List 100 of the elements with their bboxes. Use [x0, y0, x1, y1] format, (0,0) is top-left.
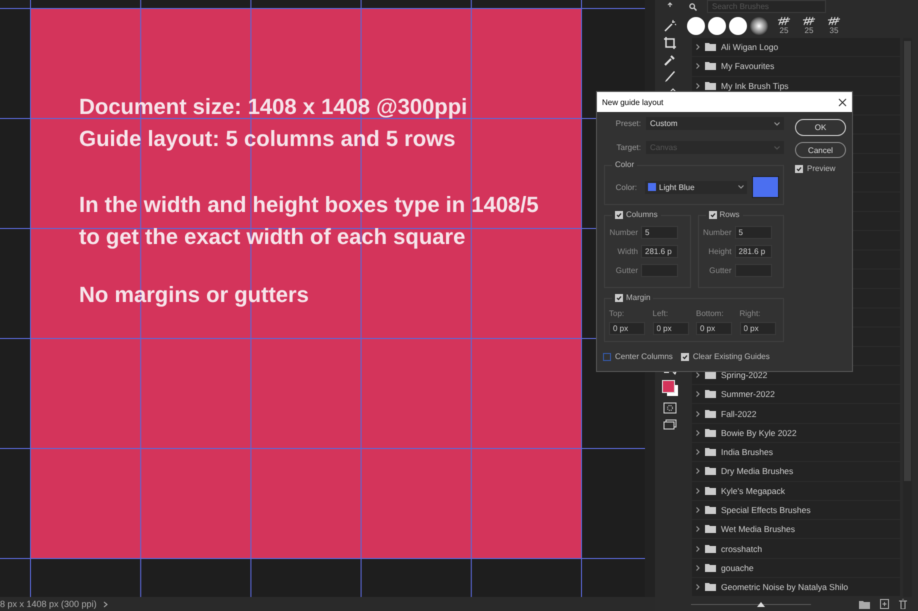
folder-icon[interactable]: [859, 600, 870, 609]
field-label: Bottom:: [696, 309, 725, 318]
input-field[interactable]: 281.6 p: [734, 245, 772, 258]
brush-folder-row[interactable]: Summer-2022: [692, 385, 900, 404]
checkbox-label: Center Columns: [615, 352, 673, 361]
chevron-right-icon: [696, 449, 700, 456]
new-brush-icon[interactable]: [880, 599, 889, 610]
checkbox[interactable]: [615, 210, 623, 218]
ok-button[interactable]: OK: [795, 119, 846, 136]
chevron-right-icon[interactable]: [102, 600, 108, 608]
field-label: Left:: [652, 309, 670, 318]
folder-icon: [705, 390, 716, 398]
input-field[interactable]: 0 px: [609, 322, 645, 335]
field-label: Target:: [616, 143, 642, 152]
brush-tip-icon[interactable]: [777, 16, 791, 26]
brush-folder-row[interactable]: gouache: [692, 558, 900, 578]
checkbox-label: Preview: [807, 164, 836, 173]
checkbox[interactable]: [615, 294, 623, 302]
field-label: Height: [707, 247, 732, 256]
input-field[interactable]: 0 px: [652, 322, 688, 335]
caret-down-icon: [774, 146, 780, 150]
folder-icon: [705, 467, 716, 476]
brush-preset[interactable]: [687, 16, 705, 35]
input-field[interactable]: 281.6 p: [641, 245, 678, 258]
checkbox[interactable]: [708, 210, 716, 218]
eyedropper-icon[interactable]: [663, 53, 677, 67]
folder-icon: [705, 410, 716, 418]
brush-folder-row[interactable]: Special Effects Brushes: [692, 500, 900, 520]
chevron-right-icon: [696, 430, 700, 436]
brush-folder-row[interactable]: Bowie By Kyle 2022: [692, 424, 900, 443]
cancel-button[interactable]: Cancel: [795, 142, 846, 158]
folder-icon: [705, 544, 716, 553]
input-field[interactable]: 0 px: [696, 322, 732, 335]
quick-mask-icon[interactable]: [663, 401, 677, 415]
chevron-right-icon: [696, 82, 700, 89]
brush-folder-row[interactable]: My Favourites: [692, 57, 900, 77]
checkbox-label: Rows: [720, 210, 740, 219]
checkbox[interactable]: [680, 352, 689, 360]
folder-icon: [705, 428, 716, 437]
checkbox-label: Columns: [626, 210, 658, 219]
caret-down-icon: [774, 122, 780, 126]
chevron-right-icon: [696, 546, 700, 552]
status-text: 8 px x 1408 px (300 ppi): [0, 599, 97, 609]
brush-tip-icon[interactable]: [802, 16, 816, 26]
close-icon[interactable]: [838, 98, 847, 106]
group-title: Color: [615, 160, 634, 169]
field-label: Number: [608, 228, 638, 237]
brush-size-label: 35: [830, 26, 838, 36]
brush-folder-row[interactable]: India Brushes: [692, 443, 900, 462]
color-swatch[interactable]: [752, 176, 779, 198]
input-field[interactable]: 5: [734, 226, 772, 239]
brush-folder-row[interactable]: Dry Media Brushes: [692, 462, 900, 482]
brush-folder-row[interactable]: Kyle's Megapack: [692, 482, 900, 501]
search-icon: [689, 2, 697, 11]
caret-down-icon: [738, 185, 744, 189]
dialog-title: New guide layout: [602, 98, 664, 106]
input-field[interactable]: 0 px: [740, 322, 776, 335]
brush-preset[interactable]: [729, 16, 747, 35]
screen-mode-icon[interactable]: [663, 418, 677, 432]
field-label: Right:: [740, 309, 762, 318]
brush-preset[interactable]: [750, 16, 768, 35]
folder-icon: [705, 43, 716, 52]
chevron-right-icon: [696, 44, 700, 50]
chevron-right-icon: [696, 507, 700, 514]
trash-icon[interactable]: [899, 599, 907, 610]
folder-icon: [705, 506, 716, 514]
folder-icon: [705, 448, 716, 456]
folder-icon: [705, 62, 716, 70]
checkbox-label: Clear Existing Guides: [692, 352, 770, 361]
field-label: Top:: [609, 309, 626, 318]
brush-preset[interactable]: [708, 16, 726, 35]
folder-icon: [705, 564, 716, 572]
chevron-right-icon: [696, 584, 700, 590]
chevron-right-icon: [696, 410, 700, 417]
slider-thumb[interactable]: [756, 600, 765, 607]
chevron-right-icon: [696, 468, 700, 474]
color-dropdown[interactable]: Light Blue: [645, 180, 747, 194]
field-label: Color:: [614, 182, 638, 192]
brush-folder-row[interactable]: crosshatch: [692, 539, 900, 559]
checkbox[interactable]: [603, 352, 611, 360]
brush-folder-row[interactable]: Ali Wigan Logo: [692, 38, 900, 58]
brush-folder-row[interactable]: Fall-2022: [692, 404, 900, 424]
brush-folder-row[interactable]: Wet Media Brushes: [692, 520, 900, 540]
crop-icon[interactable]: [663, 36, 677, 50]
folder-icon: [705, 525, 716, 534]
color-swatches[interactable]: [662, 380, 678, 396]
field-label: Gutter: [614, 266, 638, 275]
brush-size-label: 25: [780, 26, 788, 36]
checkbox-label: Margin: [626, 293, 650, 302]
brush-tip-icon[interactable]: [827, 16, 841, 26]
chevron-right-icon: [696, 391, 700, 398]
dropdown[interactable]: Custom: [646, 117, 784, 130]
chevron-right-icon: [696, 372, 700, 378]
checkbox[interactable]: [795, 164, 803, 172]
brush-folder-row[interactable]: Geometric Noise by Natalya Shilo: [692, 578, 900, 598]
field-label: Width: [616, 247, 638, 256]
brush-icon[interactable]: [663, 70, 677, 84]
input-field[interactable]: 5: [641, 226, 678, 239]
chevron-right-icon: [696, 564, 700, 571]
magic-wand-icon[interactable]: [663, 19, 677, 33]
